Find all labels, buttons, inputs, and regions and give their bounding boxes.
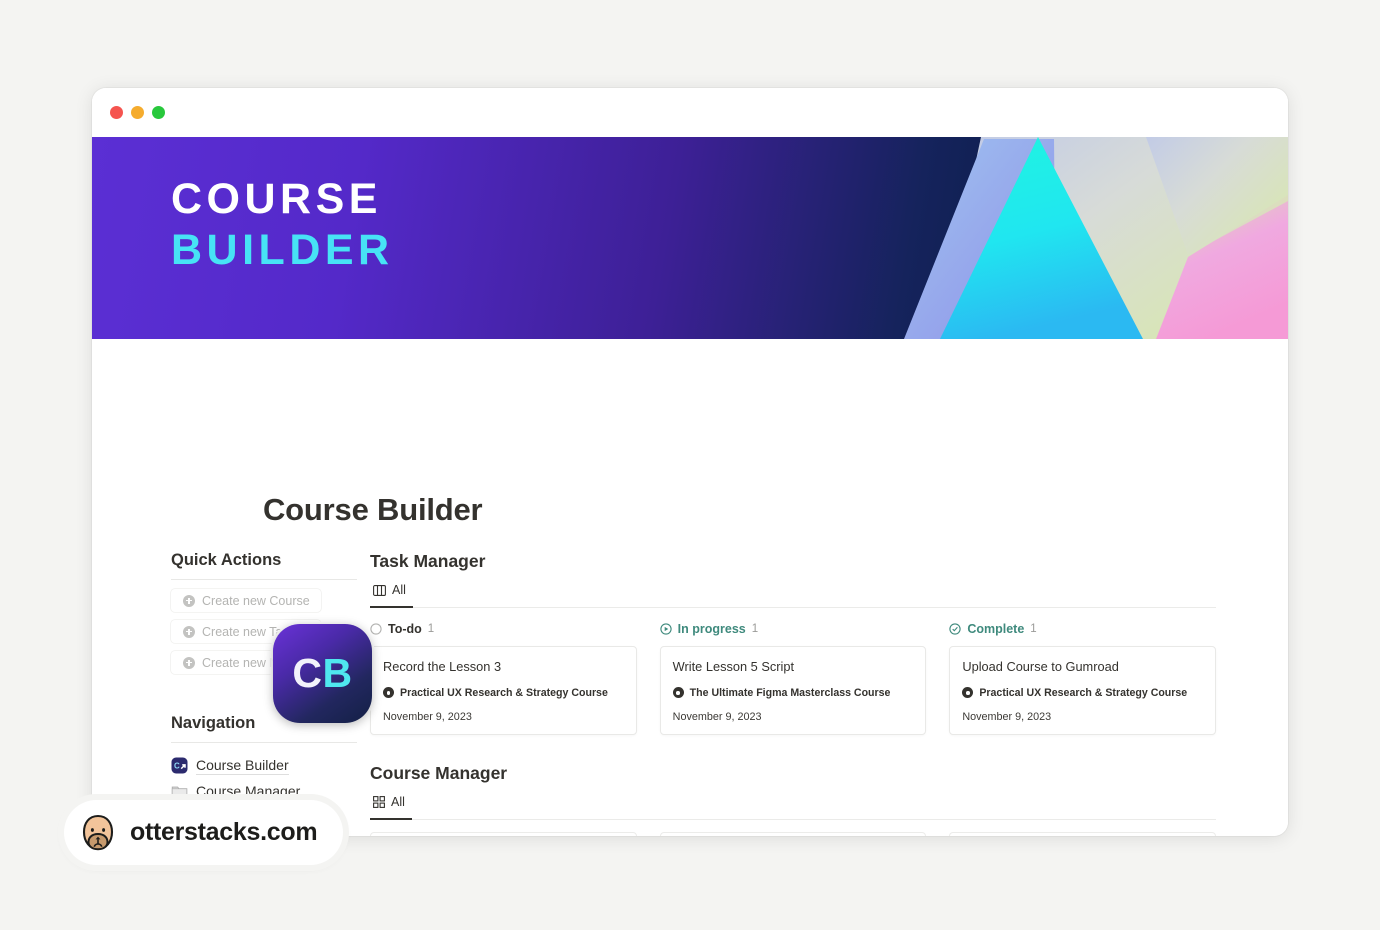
task-card-date: November 9, 2023 [962, 710, 1052, 723]
quick-action-label: Create new Course [202, 593, 310, 608]
logo-letter-c: C [292, 650, 323, 696]
watermark-text: otterstacks.com [130, 818, 318, 846]
main-content: Task Manager All To-do 1 Record the Less… [370, 551, 1288, 836]
banner-line-2: BUILDER [171, 226, 394, 274]
tab-course-manager-all[interactable]: All [370, 793, 412, 820]
geometric-artwork [904, 137, 1288, 339]
course-card[interactable] [659, 831, 927, 836]
course-manager-title: Course Manager [370, 762, 508, 783]
logo-letter-b: B [322, 650, 353, 696]
record-circle-icon [672, 687, 684, 699]
task-card[interactable]: Write Lesson 5 Script The Ultimate Figma… [659, 646, 927, 735]
folder-icon [171, 786, 188, 797]
course-gallery [370, 831, 1217, 836]
task-card[interactable]: Record the Lesson 3 Practical UX Researc… [370, 646, 637, 735]
column-status-label: Complete [967, 622, 1025, 636]
check-circle-icon [949, 623, 961, 635]
sidebar-item-label: Course Builder [196, 756, 289, 775]
course-card[interactable] [949, 831, 1217, 836]
task-manager-tabbar: All [370, 581, 1216, 608]
task-column-complete: Complete 1 Upload Course to Gumroad Prac… [949, 620, 1217, 735]
quick-actions-heading: Quick Actions [171, 551, 282, 569]
banner-title: COURSE BUILDER [171, 178, 394, 272]
task-card-date: November 9, 2023 [672, 710, 762, 723]
column-count: 1 [1030, 623, 1037, 635]
board-view-icon [373, 584, 386, 596]
column-status-label: In progress [677, 622, 746, 636]
minimize-button[interactable] [131, 106, 144, 119]
task-card-related: Practical UX Research & Strategy Course [383, 686, 624, 701]
task-card-title: Record the Lesson 3 [383, 659, 502, 674]
column-header[interactable]: In progress 1 [660, 620, 927, 638]
task-manager-title: Task Manager [370, 551, 486, 571]
page-body: CB Course Builder Quick Actions Create n… [92, 339, 1288, 836]
create-new-course-button[interactable]: Create new Course [171, 589, 321, 612]
tab-label: All [391, 794, 405, 809]
column-count: 1 [427, 623, 435, 635]
column-header[interactable]: Complete 1 [949, 620, 1216, 638]
watermark-badge: otterstacks.com [64, 800, 344, 865]
browser-window: COURSE BUILDER CB Course Builder Quick A… [92, 88, 1288, 836]
window-titlebar [92, 88, 1288, 137]
cb-app-icon: C [171, 757, 188, 773]
banner-line-1: COURSE [171, 175, 382, 223]
course-card[interactable] [370, 831, 637, 836]
plus-circle-icon [183, 594, 195, 607]
tab-label: All [392, 583, 406, 597]
page-title: Course Builder [263, 492, 483, 527]
close-button[interactable] [110, 106, 123, 119]
otter-face-icon [82, 814, 114, 850]
plus-circle-icon [183, 625, 195, 638]
divider [171, 742, 357, 743]
task-board: To-do 1 Record the Lesson 3 Practical UX… [370, 620, 1217, 735]
cover-banner: COURSE BUILDER [92, 137, 1288, 339]
task-card-title: Write Lesson 5 Script [672, 659, 795, 674]
related-course-label: Practical UX Research & Strategy Course [400, 686, 608, 699]
page-content: Quick Actions Create new Course Create n… [92, 551, 1288, 836]
task-manager-section: Task Manager All To-do 1 Record the Less… [370, 551, 1217, 735]
task-card-date: November 9, 2023 [383, 710, 472, 723]
column-status-label: To-do [388, 622, 422, 636]
course-manager-section: Course Manager All [370, 762, 1217, 836]
maximize-button[interactable] [152, 106, 165, 119]
plus-circle-icon [183, 656, 195, 669]
related-course-label: The Ultimate Figma Masterclass Course [689, 686, 891, 699]
record-circle-icon [962, 687, 974, 699]
divider [171, 579, 357, 580]
task-card-title: Upload Course to Gumroad [962, 659, 1119, 674]
column-header[interactable]: To-do 1 [370, 620, 637, 638]
tab-task-manager-all[interactable]: All [370, 581, 413, 608]
task-card-related: The Ultimate Figma Masterclass Course [672, 686, 914, 701]
task-card-related: Practical UX Research & Strategy Course [962, 686, 1203, 701]
related-course-label: Practical UX Research & Strategy Course [979, 686, 1188, 699]
gallery-view-icon [373, 795, 385, 808]
task-card[interactable]: Upload Course to Gumroad Practical UX Re… [949, 646, 1217, 735]
record-circle-icon [383, 687, 394, 699]
sidebar-item-course-builder[interactable]: C Course Builder [171, 752, 370, 778]
circle-outline-icon [370, 623, 382, 635]
page-icon-cb-logo: CB [273, 624, 372, 723]
svg-text:C: C [174, 761, 180, 770]
sidebar-item-label: Course Manager [196, 782, 301, 801]
column-count: 1 [751, 623, 759, 635]
play-circle-icon [660, 623, 672, 635]
task-column-todo: To-do 1 Record the Lesson 3 Practical UX… [370, 620, 637, 735]
course-manager-tabbar: All [370, 793, 1216, 820]
task-column-in-progress: In progress 1 Write Lesson 5 Script The … [659, 620, 927, 735]
